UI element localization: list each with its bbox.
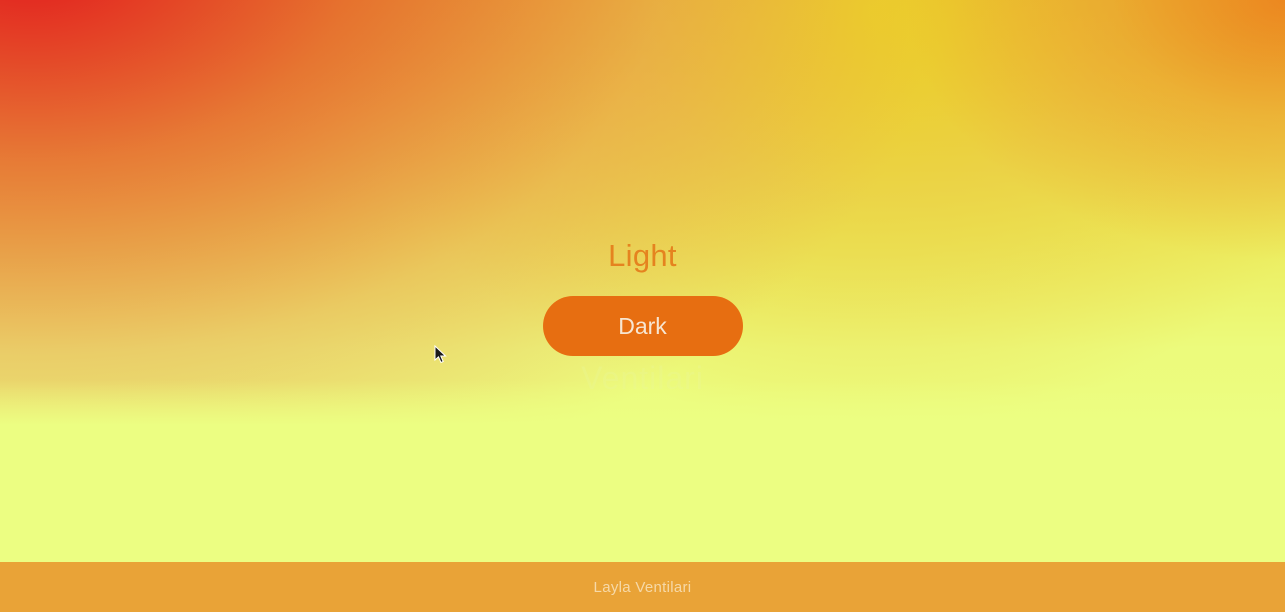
footer-author: Layla Ventilari (593, 579, 692, 596)
theme-title: Light (608, 238, 677, 273)
mouse-pointer-icon (434, 345, 447, 364)
footer: Layla Ventilari (0, 562, 1285, 612)
theme-panel: Light Dark Ventilari (0, 236, 1285, 397)
dark-mode-button[interactable]: Dark (542, 296, 743, 356)
faded-background-text: Ventilari (581, 360, 704, 396)
